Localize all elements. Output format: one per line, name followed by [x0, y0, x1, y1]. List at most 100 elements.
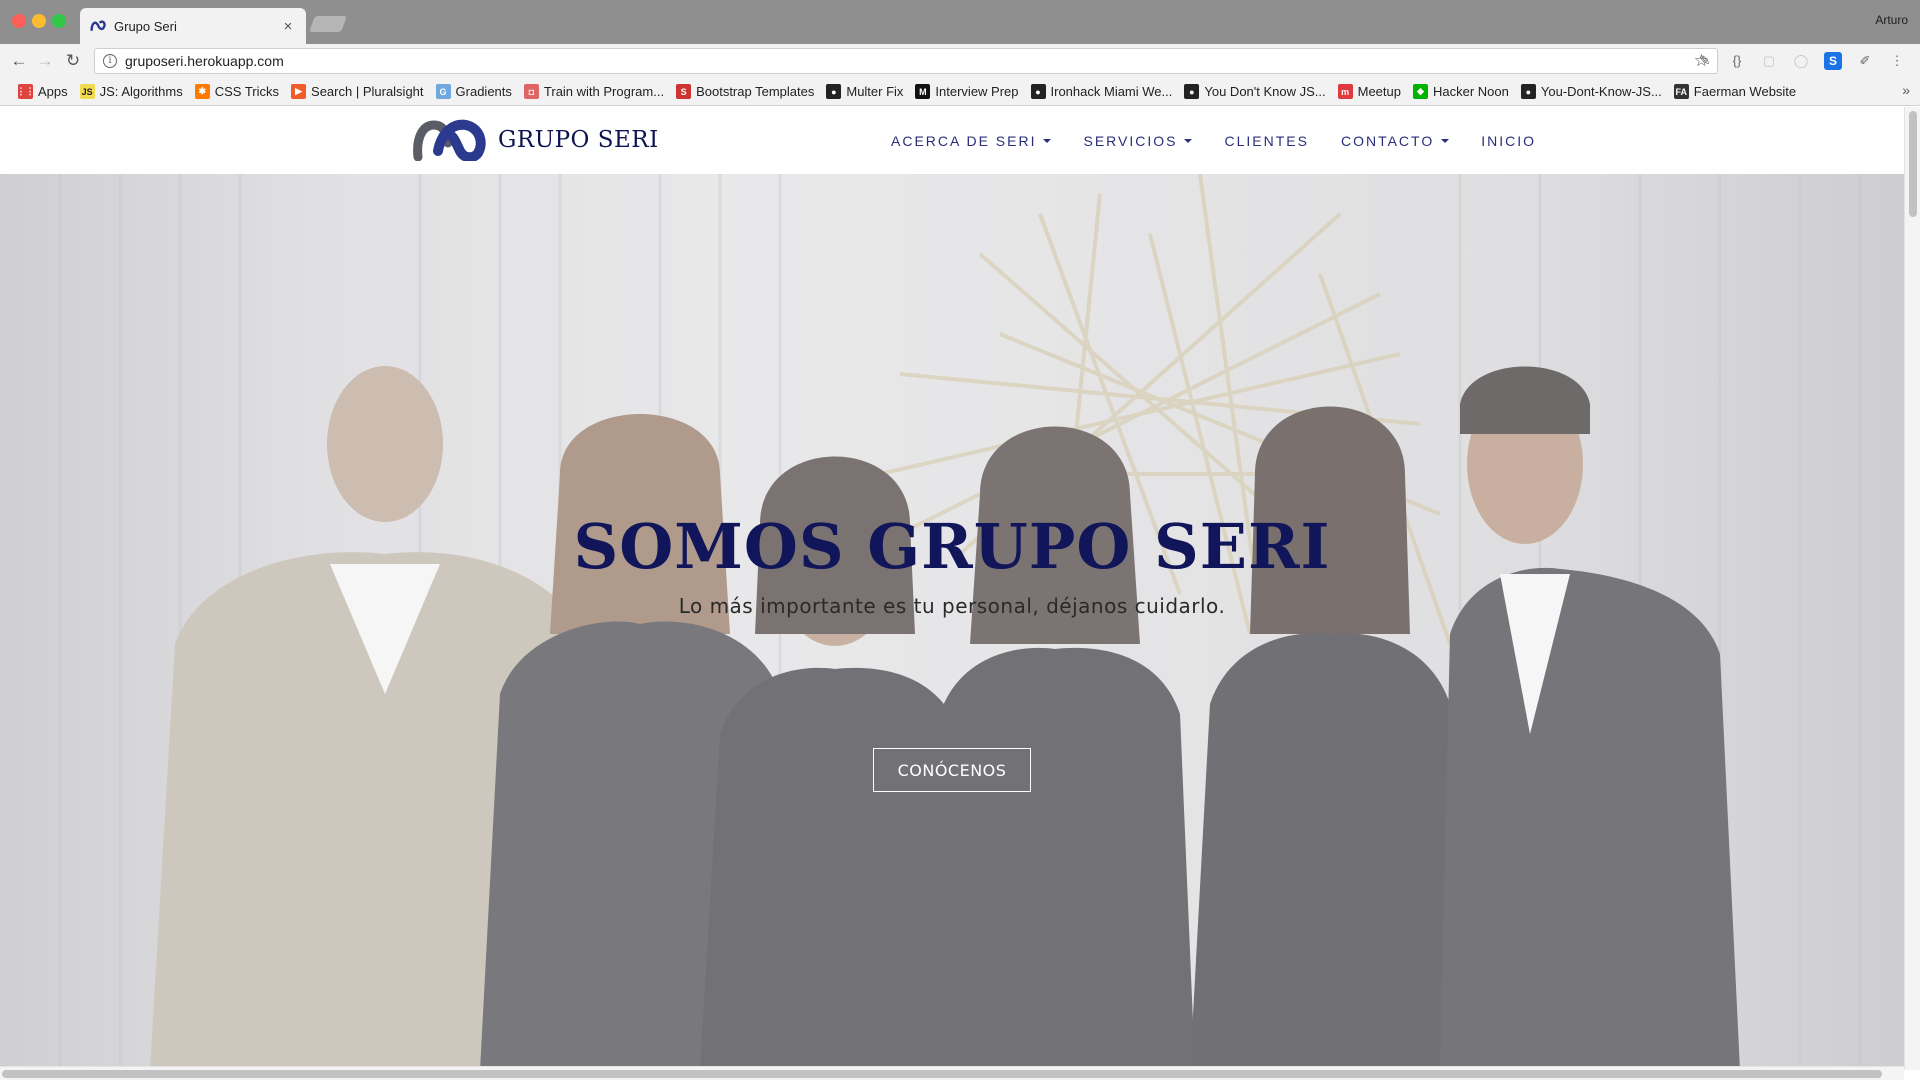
bookmark-label: You Don't Know JS...	[1204, 84, 1326, 99]
nav-item-clientes[interactable]: CLIENTES	[1224, 133, 1308, 149]
nav-item-label: CONTACTO	[1340, 132, 1435, 149]
nav-item-contacto[interactable]: CONTACTO	[1340, 132, 1450, 149]
url-text[interactable]: gruposeri.herokuapp.com	[125, 53, 1694, 69]
bookmark-label: Ironhack Miami We...	[1050, 84, 1173, 99]
pluralsight-icon: ▶	[291, 84, 307, 99]
nav-item-servicios[interactable]: SERVICIOS	[1083, 132, 1193, 149]
hero-section: SOMOS GRUPO SERI Lo más importante es tu…	[0, 174, 1904, 1070]
bookmark-item[interactable]: ▶ Search | Pluralsight	[285, 81, 430, 103]
bookmark-label: Faerman Website	[1693, 84, 1797, 99]
conocenos-button[interactable]: CONÓCENOS	[873, 748, 1031, 792]
site-info-icon[interactable]: i	[103, 54, 117, 68]
caret-down-icon	[1184, 138, 1193, 143]
bookmark-label: JS: Algorithms	[99, 84, 183, 99]
site-navbar: GRUPO SERI ACERCA DE SERI SERVICIOS CLIENT…	[0, 107, 1904, 174]
bookmark-label: Hacker Noon	[1433, 84, 1509, 99]
nav-item-label: INICIO	[1481, 132, 1536, 149]
page-viewport: GRUPO SERI ACERCA DE SERI SERVICIOS CLIENT…	[0, 107, 1904, 1070]
bookmark-item[interactable]: ● Multer Fix	[820, 81, 909, 103]
hero-overlay	[0, 174, 1904, 1070]
bookmarks-bar: ⋮⋮ Apps JS JS: Algorithms ✱ CSS Tricks ▶ Search…	[0, 78, 1920, 106]
m-icon: M	[915, 84, 931, 99]
hackernoon-icon: ◆	[1413, 84, 1428, 99]
bookmark-item[interactable]: JS JS: Algorithms	[74, 81, 189, 103]
bookmark-item[interactable]: ◘ Train with Program...	[518, 81, 670, 103]
nav-item-inicio[interactable]: INICIO	[1481, 133, 1536, 149]
browser-tab-active[interactable]: Grupo Seri ×	[80, 8, 306, 44]
extension-pin-icon[interactable]: ✎	[1696, 52, 1714, 70]
github-icon: ●	[1184, 84, 1200, 99]
bookmark-item[interactable]: ● You Don't Know JS...	[1178, 81, 1331, 103]
extension-icons: ✎ {} ▢ ◯ S ✐ ⋮	[1696, 52, 1906, 70]
browser-tab-bar: Grupo Seri × Arturo	[0, 0, 1920, 44]
train-icon: ◘	[523, 84, 539, 99]
reload-icon[interactable]: ↻	[62, 50, 84, 72]
profile-name[interactable]: Arturo	[1875, 13, 1908, 27]
bootstrap-s-icon: S	[676, 84, 692, 99]
apps-grid-icon: ⋮⋮	[17, 84, 35, 99]
bookmark-label: Interview Prep	[935, 84, 1019, 99]
bookmark-item[interactable]: ✱ CSS Tricks	[189, 81, 285, 103]
bookmarks-overflow-icon[interactable]: »	[1902, 82, 1910, 98]
extension-s-icon[interactable]: S	[1824, 52, 1842, 70]
bookmark-label: Multer Fix	[846, 84, 904, 99]
caret-down-icon	[1441, 138, 1450, 143]
bookmark-label: Apps	[38, 84, 68, 99]
bookmark-item[interactable]: FA Faerman Website	[1668, 81, 1802, 103]
site-logo[interactable]: GRUPO SERI	[412, 119, 659, 161]
new-tab-button[interactable]	[309, 16, 347, 32]
bookmark-item[interactable]: ● Ironhack Miami We...	[1025, 81, 1179, 103]
forward-arrow-icon[interactable]: →	[34, 50, 56, 72]
asterisk-icon: ✱	[194, 84, 210, 99]
nav-item-label: SERVICIOS	[1083, 132, 1178, 149]
caret-down-icon	[1043, 138, 1052, 143]
hero-title: SOMOS GRUPO SERI	[573, 510, 1331, 583]
address-bar[interactable]: i gruposeri.herokuapp.com ☆	[94, 48, 1718, 74]
extension-frame-icon[interactable]: ▢	[1760, 52, 1778, 70]
bookmark-item[interactable]: S Bootstrap Templates	[670, 81, 820, 103]
nav-item-acerca-de-seri[interactable]: ACERCA DE SERI	[891, 132, 1052, 149]
vertical-scrollbar-thumb[interactable]	[1909, 111, 1917, 217]
hero-subtitle: Lo más importante es tu personal, déjano…	[678, 594, 1226, 618]
bookmark-label: Meetup	[1357, 84, 1401, 99]
nav-item-label: CLIENTES	[1224, 132, 1309, 149]
grupo-seri-logo-icon	[413, 119, 486, 161]
bookmark-item[interactable]: ◆ Hacker Noon	[1407, 81, 1515, 103]
bookmark-label: Train with Program...	[543, 84, 665, 99]
meetup-icon: m	[1337, 84, 1353, 99]
browser-toolbar: ← → ↻ i gruposeri.herokuapp.com ☆ ✎ {} ▢…	[0, 44, 1920, 78]
bookmark-item[interactable]: G Gradients	[430, 81, 518, 103]
extension-circle-icon[interactable]: ◯	[1792, 52, 1810, 70]
close-window-button[interactable]	[12, 14, 26, 28]
tab-title: Grupo Seri	[114, 18, 177, 34]
bookmark-item[interactable]: m Meetup	[1332, 81, 1407, 103]
horizontal-scrollbar[interactable]	[0, 1066, 1904, 1080]
close-tab-icon[interactable]: ×	[280, 18, 296, 35]
bookmark-label: Bootstrap Templates	[696, 84, 815, 99]
bookmark-item[interactable]: ⋮⋮ Apps	[12, 81, 74, 103]
horizontal-scrollbar-thumb[interactable]	[2, 1070, 1882, 1078]
js-icon: JS	[79, 84, 95, 99]
bookmark-item[interactable]: ● You-Dont-Know-JS...	[1515, 81, 1668, 103]
fa-icon: FA	[1673, 84, 1689, 99]
logo-text: GRUPO SERI	[498, 127, 659, 153]
github-icon: ●	[1030, 84, 1046, 99]
maximize-window-button[interactable]	[52, 14, 66, 28]
github-icon: ●	[826, 84, 842, 99]
gradients-icon: G	[435, 84, 451, 99]
nav-item-label: ACERCA DE SERI	[891, 132, 1037, 149]
extension-json-icon[interactable]: {}	[1728, 52, 1746, 70]
bookmark-label: Gradients	[455, 84, 512, 99]
vertical-scrollbar[interactable]	[1904, 107, 1920, 1070]
bookmark-label: Search | Pluralsight	[311, 84, 424, 99]
bookmark-label: You-Dont-Know-JS...	[1540, 84, 1662, 99]
minimize-window-button[interactable]	[32, 14, 46, 28]
browser-menu-icon[interactable]: ⋮	[1888, 52, 1906, 70]
extension-eyedropper-icon[interactable]: ✐	[1856, 52, 1874, 70]
github-icon: ●	[1520, 84, 1536, 99]
bookmark-label: CSS Tricks	[214, 84, 280, 99]
main-menu: ACERCA DE SERI SERVICIOS CLIENTES CONTACTO I…	[891, 107, 1568, 174]
bookmark-item[interactable]: M Interview Prep	[909, 81, 1024, 103]
back-arrow-icon[interactable]: ←	[8, 50, 30, 72]
grupo-seri-favicon-icon	[90, 20, 106, 31]
